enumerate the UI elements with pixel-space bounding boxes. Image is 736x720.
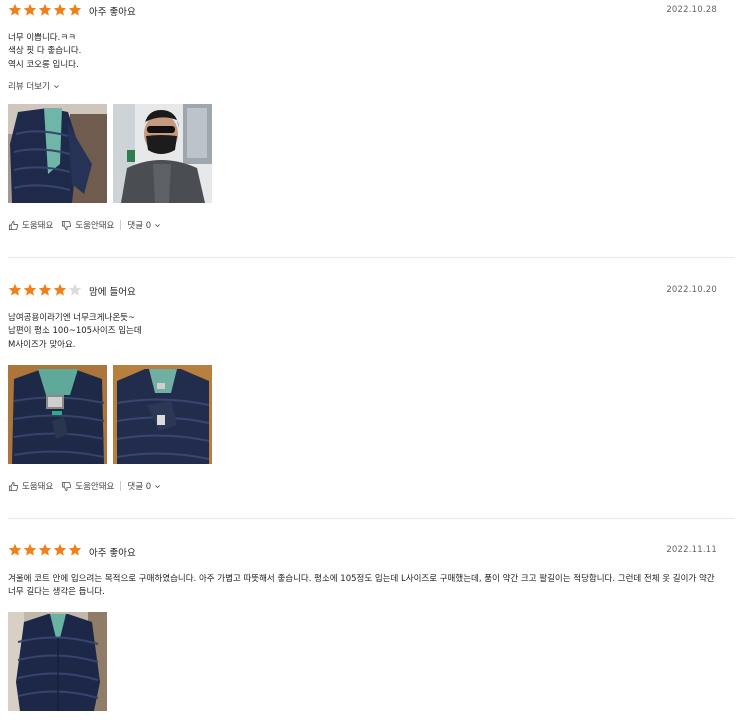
star-filled-icon xyxy=(53,3,67,16)
star-filled-icon xyxy=(8,543,22,556)
review-more-button[interactable]: 리뷰 더보기 xyxy=(8,80,60,92)
star-filled-icon xyxy=(23,3,37,16)
review-actions: 도움돼요 도움안돼요 댓글 0 xyxy=(8,219,169,231)
chevron-down-icon xyxy=(53,84,59,88)
chevron-down-icon xyxy=(155,223,161,227)
review-text: 남여공용이라기엔 너무크게나온듯~ 남편이 평소 100~105사이즈 입는데 … xyxy=(8,313,142,350)
helpful-button[interactable]: 도움돼요 xyxy=(8,219,53,231)
review-photo-selfie[interactable] xyxy=(113,104,212,203)
star-filled-icon xyxy=(53,283,67,296)
review-date: 2022.10.20 xyxy=(666,285,717,295)
review-more-label: 리뷰 더보기 xyxy=(8,82,50,92)
review-actions: 도움돼요 도움안돼요 댓글 0 xyxy=(8,480,169,492)
star-filled-icon xyxy=(23,543,37,556)
comments-label: 댓글 0 xyxy=(127,482,152,492)
not-helpful-button[interactable]: 도움안돼요 xyxy=(61,480,114,492)
action-separator xyxy=(120,220,122,230)
review-divider xyxy=(8,518,735,519)
review-divider xyxy=(8,257,735,258)
review-photo-jacket-hanging[interactable] xyxy=(8,612,107,711)
comments-toggle[interactable]: 댓글 0 xyxy=(127,480,161,492)
review-photo-jacket-folded[interactable] xyxy=(8,365,107,464)
star-filled-icon xyxy=(38,283,52,296)
star-empty-icon xyxy=(68,283,82,296)
star-filled-icon xyxy=(68,543,82,556)
thumbs-up-icon xyxy=(8,481,19,491)
star-filled-icon xyxy=(23,283,37,296)
comments-toggle[interactable]: 댓글 0 xyxy=(127,219,161,231)
comments-label: 댓글 0 xyxy=(127,221,152,231)
star-rating xyxy=(8,543,82,557)
rating-label: 아주 좋아요 xyxy=(89,7,136,18)
review-date: 2022.11.11 xyxy=(666,545,717,555)
star-filled-icon xyxy=(38,3,52,16)
rating-label: 아주 좋아요 xyxy=(89,548,136,559)
action-separator xyxy=(120,481,122,491)
thumbs-up-icon xyxy=(8,220,19,230)
review-text: 겨울에 코트 안에 입으려는 목적으로 구매하였습니다. 아주 가볍고 따뜻해서… xyxy=(8,574,715,598)
star-rating xyxy=(8,283,82,297)
star-filled-icon xyxy=(8,283,22,296)
rating-label: 맘에 들어요 xyxy=(89,287,136,298)
thumbs-down-icon xyxy=(62,481,72,491)
chevron-down-icon xyxy=(155,484,161,488)
star-filled-icon xyxy=(38,543,52,556)
not-helpful-button[interactable]: 도움안돼요 xyxy=(61,219,114,231)
review-photo-jacket-hanger[interactable] xyxy=(8,104,107,203)
helpful-label: 도움돼요 xyxy=(22,221,54,231)
not-helpful-label: 도움안돼요 xyxy=(75,482,115,492)
review-text: 너무 이쁩니다.ㅋㅋ 색상 핏 다 좋습니다. 역시 코오롱 입니다. xyxy=(8,33,82,70)
star-filled-icon xyxy=(8,3,22,16)
review-photo-jacket-flat[interactable] xyxy=(113,365,212,464)
helpful-button[interactable]: 도움돼요 xyxy=(8,480,53,492)
star-filled-icon xyxy=(68,3,82,16)
review-date: 2022.10.28 xyxy=(666,5,717,15)
thumbs-down-icon xyxy=(62,220,72,230)
helpful-label: 도움돼요 xyxy=(22,482,54,492)
not-helpful-label: 도움안돼요 xyxy=(75,221,115,231)
star-filled-icon xyxy=(53,543,67,556)
star-rating xyxy=(8,3,82,17)
